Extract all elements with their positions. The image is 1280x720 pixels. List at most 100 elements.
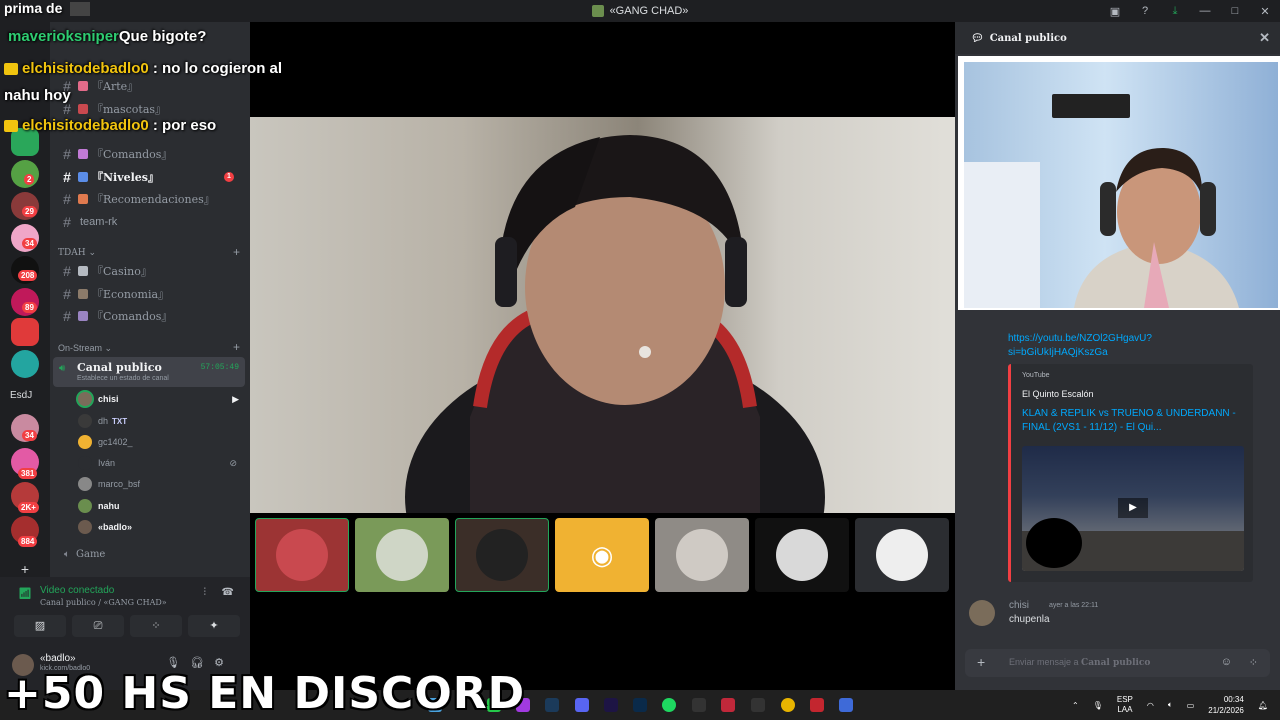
message-author[interactable]: chisi (1009, 600, 1029, 611)
channel-item[interactable]: # 『Arte』 (58, 76, 242, 96)
mention-badge: 2K+ (18, 502, 39, 513)
voice-user[interactable]: nahu (78, 496, 243, 516)
taskbar-app-icon[interactable] (810, 698, 824, 712)
channel-name: team-rk (80, 216, 118, 228)
taskbar-app-icon[interactable] (751, 698, 765, 712)
wifi-icon[interactable]: ◠ (1147, 701, 1154, 710)
window-title: «GANG CHAD» (609, 5, 689, 17)
voice-channel-active[interactable]: 🔊︎ Canal publico Establece un estado de … (53, 357, 245, 387)
streamer-person-image (1074, 147, 1239, 308)
video-thumbnail[interactable]: ▶ (1022, 446, 1244, 571)
chrome-icon[interactable] (781, 698, 795, 712)
mention-badge: 884 (18, 536, 38, 547)
placeholder-channel: Canal publico (1081, 658, 1151, 668)
notifications-icon[interactable]: 🔔︎ (1258, 701, 1268, 710)
channel-item-unread[interactable]: # 『Niveles』 1 (58, 167, 242, 187)
participant-tile[interactable]: ◉ (555, 518, 649, 592)
user-name[interactable]: «badlo» (40, 653, 76, 664)
server-icon[interactable] (11, 350, 39, 378)
steam-icon[interactable] (545, 698, 559, 712)
maximize-button[interactable]: □ (1220, 5, 1250, 17)
voice-channel-status[interactable]: Establece un estado de canal (77, 375, 169, 382)
close-window-button[interactable]: ✕ (1250, 5, 1280, 18)
minimize-button[interactable]: — (1190, 5, 1220, 17)
disconnect-icon[interactable]: ☎ (222, 587, 234, 598)
category-label: On-Stream (58, 343, 103, 353)
channel-item[interactable]: # 『Comandos』 (58, 306, 242, 326)
voice-user[interactable]: chisi ▶ (78, 389, 243, 409)
participant-tile[interactable] (855, 518, 949, 592)
soundboard-button[interactable]: ✦ (188, 615, 240, 637)
link-line[interactable]: si=bGiUkIjHAQjKszGa (1008, 346, 1152, 360)
channel-name: 『Niveles』 (92, 171, 159, 184)
mention-badge: 29 (22, 206, 37, 217)
channel-emoji-icon (78, 289, 88, 299)
clock[interactable]: 00:34 21/2/2026 (1208, 694, 1244, 716)
photoshop-icon[interactable] (633, 698, 647, 712)
taskbar-app-icon[interactable] (692, 698, 706, 712)
channel-emoji-icon (78, 172, 88, 182)
message-text: chupenla (1009, 614, 1050, 625)
channel-item[interactable]: # 『Recomendaciones』 (58, 189, 242, 209)
voice-connection-panel: 📶︎ Video conectado Canal publico / «GANG… (0, 577, 250, 642)
overlay-chat-text: Que bigote? (118, 28, 207, 45)
video-icon: ▶ (232, 393, 239, 404)
volume-icon[interactable]: 🔈︎ (1168, 700, 1173, 710)
voice-status[interactable]: Video conectado (40, 585, 114, 596)
overlay-chat-line: elchisitodebadlo0 : por eso (4, 117, 216, 134)
voice-user-name: chisi (98, 394, 119, 404)
channel-name: Game (76, 548, 106, 560)
add-channel-icon[interactable]: + (233, 340, 240, 354)
screen-share-button[interactable]: ⎚ (72, 615, 124, 637)
play-icon[interactable]: ▶ (1118, 498, 1148, 518)
channel-item[interactable]: # team-rk (58, 212, 242, 232)
voice-user[interactable]: marco_bsf (78, 474, 243, 494)
taskbar-app-icon[interactable] (721, 698, 735, 712)
main-video-feed[interactable] (250, 117, 955, 513)
attach-icon[interactable]: + (977, 654, 985, 670)
noise-suppression-icon[interactable]: ⫶ (204, 587, 207, 598)
voice-channel-item[interactable]: 🔈︎ Game (58, 544, 242, 564)
camera-off-button[interactable]: ▨ (14, 615, 66, 637)
channel-item[interactable]: # 『mascotas』 (58, 99, 242, 119)
embed-title[interactable]: KLAN & REPLIK vs TRUENO & UNDERDANN - FI… (1022, 407, 1247, 435)
inbox-icon[interactable]: ▣ (1100, 5, 1130, 18)
participant-tile[interactable] (455, 518, 549, 592)
download-icon[interactable]: ⤓ (1160, 5, 1190, 18)
language-indicator[interactable]: ESP LAA (1117, 695, 1133, 715)
voice-user[interactable]: Iván ⊘ (78, 453, 243, 473)
taskbar-app-icon[interactable] (839, 698, 853, 712)
participant-tile[interactable] (355, 518, 449, 592)
voice-user[interactable]: «badlo» (78, 517, 243, 537)
activities-button[interactable]: ⁘ (130, 615, 182, 637)
link-line[interactable]: https://youtu.be/NZOl2GHgavU? (1008, 332, 1152, 346)
apps-icon[interactable]: ⁘ (1249, 656, 1258, 669)
premiere-icon[interactable] (604, 698, 618, 712)
channel-item[interactable]: # 『Comandos』 (58, 144, 242, 164)
add-channel-icon[interactable]: + (233, 245, 240, 259)
voice-user[interactable]: gc1402_ (78, 432, 243, 452)
category-on-stream[interactable]: On-Stream ⌄ (58, 343, 112, 354)
message-composer[interactable]: + Enviar mensaje a Canal publico ☺ ⁘ (965, 649, 1270, 677)
participant-tile[interactable] (655, 518, 749, 592)
avatar[interactable] (969, 600, 995, 626)
channel-item[interactable]: # 『Economia』 (58, 284, 242, 304)
discord-icon[interactable] (575, 698, 589, 712)
channel-item[interactable]: # 『Casino』 (58, 261, 242, 281)
participant-tile[interactable] (755, 518, 849, 592)
message-link[interactable]: https://youtu.be/NZOl2GHgavU? si=bGiUkIj… (1008, 332, 1152, 360)
voice-location[interactable]: Canal publico / «GANG CHAD» (40, 598, 167, 607)
embed-author[interactable]: El Quinto Escalón (1022, 389, 1094, 399)
category-tdah[interactable]: TDAH ⌄ (58, 248, 96, 258)
chevron-up-icon[interactable]: ⌃ (1072, 701, 1079, 710)
emoji-icon[interactable]: ☺ (1221, 656, 1232, 668)
close-icon[interactable]: ✕ (1259, 30, 1270, 46)
add-server-icon[interactable]: + (18, 562, 32, 576)
voice-user[interactable]: dh TXT (78, 411, 243, 431)
server-icon[interactable] (11, 318, 39, 346)
help-icon[interactable]: ? (1130, 5, 1160, 17)
spotify-icon[interactable] (662, 698, 676, 712)
microphone-icon[interactable]: 🎙︎ (1093, 701, 1103, 710)
participant-tile[interactable] (255, 518, 349, 592)
battery-icon[interactable]: ▭ (1187, 701, 1195, 710)
